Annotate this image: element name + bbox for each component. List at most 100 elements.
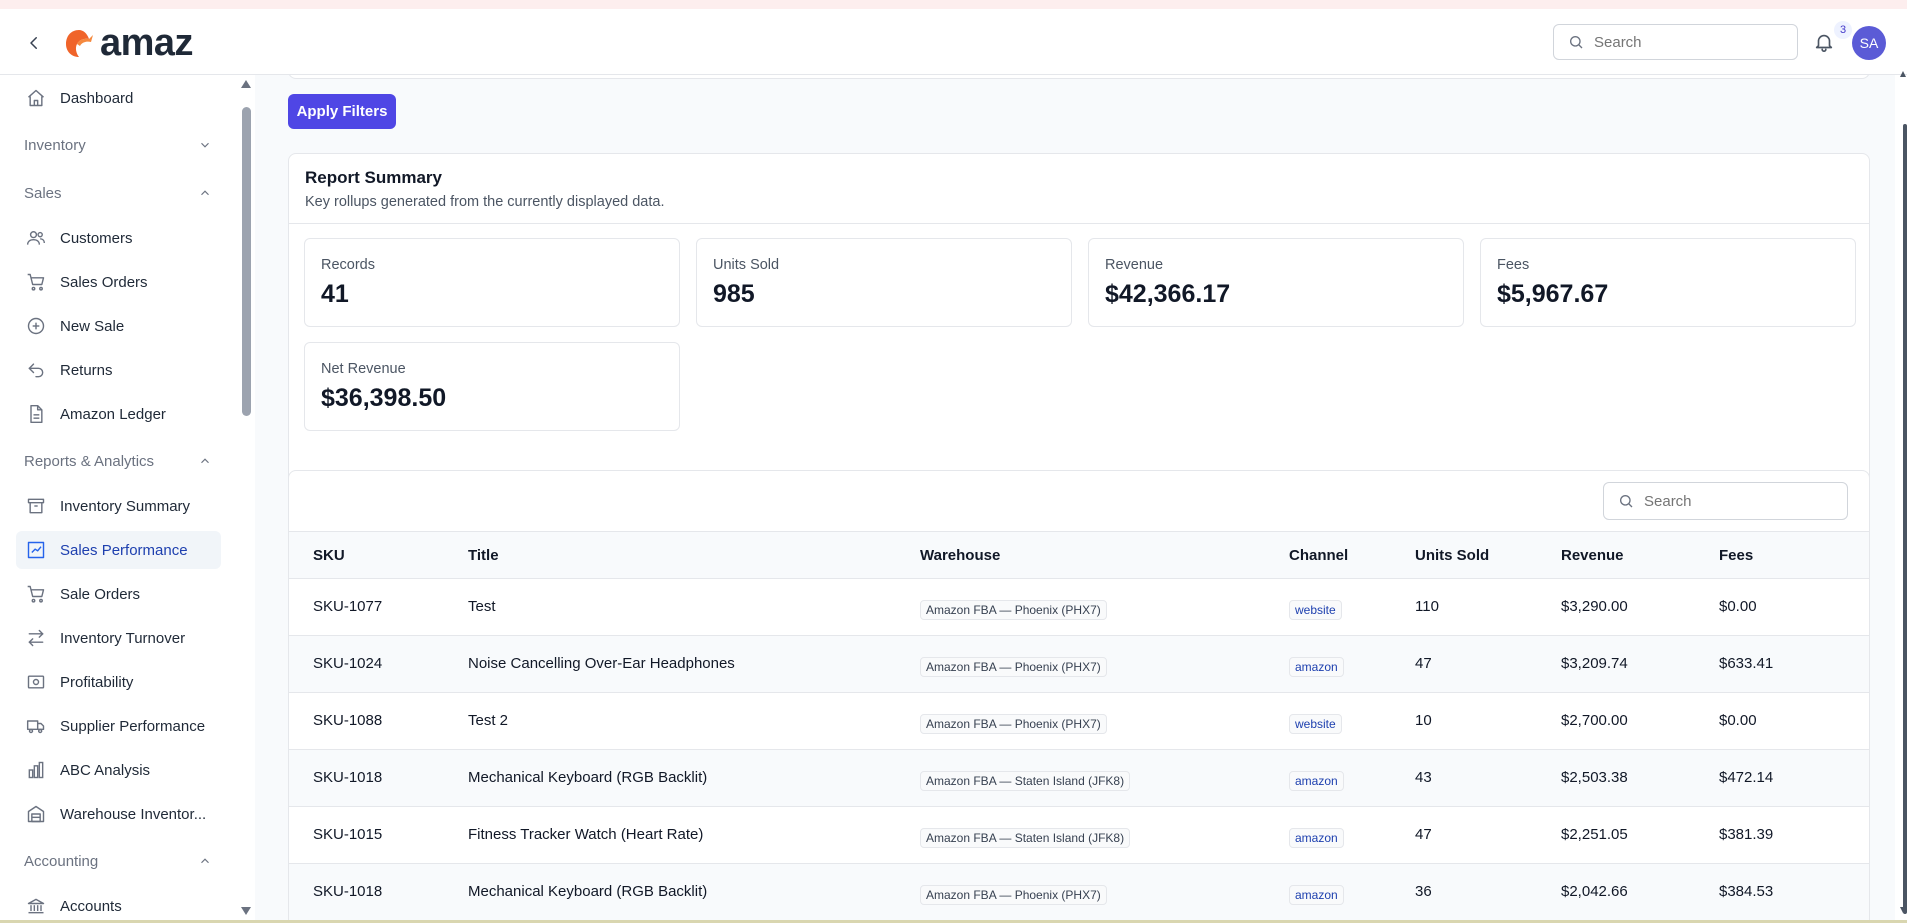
cell-sku: SKU-1018 bbox=[313, 769, 383, 786]
cell-revenue: $3,209.74 bbox=[1561, 655, 1628, 672]
cell-sku: SKU-1015 bbox=[313, 826, 383, 843]
table-row[interactable]: SKU-1088 Test 2 Amazon FBA — Phoenix (PH… bbox=[289, 693, 1869, 750]
notification-count-badge: 3 bbox=[1834, 21, 1852, 39]
column-header-revenue[interactable]: Revenue bbox=[1561, 547, 1624, 564]
page-scroll-up-arrow[interactable] bbox=[1899, 70, 1907, 78]
app-logo[interactable]: amaz bbox=[62, 21, 194, 64]
section-sales[interactable]: Sales bbox=[24, 181, 212, 205]
chevron-up-icon bbox=[201, 858, 209, 864]
channel-tag: website bbox=[1289, 600, 1342, 620]
table-search[interactable] bbox=[1603, 482, 1848, 520]
app-header: amaz 3 SA bbox=[0, 9, 1907, 75]
table-row[interactable]: SKU-1018 Mechanical Keyboard (RGB Backli… bbox=[289, 864, 1869, 921]
sidebar-item-accounts[interactable]: Accounts bbox=[16, 887, 221, 923]
search-icon bbox=[1570, 36, 1583, 49]
column-header-units-sold[interactable]: Units Sold bbox=[1415, 547, 1489, 564]
sidebar-item-label: Inventory Summary bbox=[60, 497, 191, 515]
swap-arrows-icon bbox=[25, 627, 47, 649]
sidebar-item-sale-orders[interactable]: Sale Orders bbox=[16, 575, 221, 613]
sidebar-item-profitability[interactable]: Profitability bbox=[16, 663, 221, 701]
chevron-left-icon bbox=[30, 37, 37, 49]
sidebar-item-label: Returns bbox=[60, 361, 113, 379]
channel-tag: amazon bbox=[1289, 771, 1344, 791]
report-summary-title: Report Summary bbox=[305, 168, 442, 187]
channel-tag: amazon bbox=[1289, 828, 1344, 848]
column-header-fees[interactable]: Fees bbox=[1719, 547, 1753, 564]
column-header-warehouse[interactable]: Warehouse bbox=[920, 547, 1000, 564]
cell-units-sold: 47 bbox=[1415, 655, 1432, 672]
chevron-up-icon bbox=[201, 458, 209, 464]
divider bbox=[289, 223, 1869, 224]
column-header-channel[interactable]: Channel bbox=[1289, 547, 1348, 564]
cell-revenue: $2,251.05 bbox=[1561, 826, 1628, 843]
notifications-button[interactable] bbox=[1813, 31, 1837, 55]
table-row[interactable]: SKU-1018 Mechanical Keyboard (RGB Backli… bbox=[289, 750, 1869, 807]
table-row[interactable]: SKU-1077 Test Amazon FBA — Phoenix (PHX7… bbox=[289, 579, 1869, 636]
report-summary-card: Report Summary Key rollups generated fro… bbox=[288, 153, 1870, 524]
logo-text: amaz bbox=[100, 21, 194, 64]
table-row[interactable]: SKU-1015 Fitness Tracker Watch (Heart Ra… bbox=[289, 807, 1869, 864]
sidebar-item-label: ABC Analysis bbox=[60, 761, 151, 779]
sidebar-item-abc-analysis[interactable]: ABC Analysis bbox=[16, 751, 221, 789]
report-summary-subtitle: Key rollups generated from the currently… bbox=[305, 194, 665, 210]
sidebar-item-inventory-turnover[interactable]: Inventory Turnover bbox=[16, 619, 221, 657]
sidebar-scroll-up-arrow[interactable] bbox=[240, 79, 252, 89]
user-avatar[interactable]: SA bbox=[1852, 26, 1886, 60]
sidebar-item-label: Accounts bbox=[60, 897, 122, 915]
page-scroll-down-arrow[interactable] bbox=[1899, 906, 1907, 914]
sidebar-item-dashboard[interactable]: Dashboard bbox=[16, 79, 221, 117]
cell-units-sold: 36 bbox=[1415, 883, 1432, 900]
table-header: SKU Title Warehouse Channel Units Sold R… bbox=[289, 531, 1869, 579]
sidebar-scrollbar-thumb[interactable] bbox=[242, 107, 251, 416]
sidebar-item-amazon-ledger[interactable]: Amazon Ledger bbox=[16, 395, 221, 433]
logo-mark-icon bbox=[66, 30, 93, 57]
top-accent-strip bbox=[0, 0, 1907, 9]
sidebar-item-label: Supplier Performance bbox=[60, 717, 206, 735]
cell-title: Test 2 bbox=[468, 712, 509, 729]
apply-filters-button[interactable]: Apply Filters bbox=[288, 94, 396, 129]
sidebar-scroll-down-arrow[interactable] bbox=[240, 906, 252, 916]
sidebar-item-new-sale[interactable]: New Sale bbox=[16, 307, 221, 345]
sidebar-item-sales-orders[interactable]: Sales Orders bbox=[16, 263, 221, 301]
column-header-sku[interactable]: SKU bbox=[313, 547, 345, 564]
cell-title: Mechanical Keyboard (RGB Backlit) bbox=[468, 883, 708, 900]
table-row[interactable]: SKU-1024 Noise Cancelling Over-Ear Headp… bbox=[289, 636, 1869, 693]
column-header-title[interactable]: Title bbox=[468, 547, 499, 564]
header-search-input[interactable] bbox=[1594, 33, 1744, 51]
section-accounting[interactable]: Accounting bbox=[24, 849, 212, 873]
sidebar-item-inventory-summary[interactable]: Inventory Summary bbox=[16, 487, 221, 525]
metric-units-sold: Units Sold 985 bbox=[696, 238, 1072, 327]
banknote-icon bbox=[25, 671, 47, 693]
document-icon bbox=[25, 403, 47, 425]
warehouse-tag: Amazon FBA — Phoenix (PHX7) bbox=[920, 714, 1107, 734]
sidebar-item-label: Warehouse Inventor... bbox=[60, 805, 207, 823]
section-label: Sales bbox=[24, 184, 62, 202]
sidebar-item-customers[interactable]: Customers bbox=[16, 219, 221, 257]
sidebar-item-label: Customers bbox=[60, 229, 133, 247]
header-search[interactable] bbox=[1553, 24, 1798, 60]
cell-sku: SKU-1024 bbox=[313, 655, 383, 672]
metric-records: Records 41 bbox=[304, 238, 680, 327]
cell-fees: $0.00 bbox=[1719, 598, 1757, 615]
archive-icon bbox=[25, 495, 47, 517]
warehouse-tag: Amazon FBA — Phoenix (PHX7) bbox=[920, 885, 1107, 905]
section-inventory[interactable]: Inventory bbox=[24, 133, 212, 157]
sidebar-item-label: Sales Orders bbox=[60, 273, 148, 291]
back-button[interactable] bbox=[22, 31, 46, 55]
sidebar-item-label: Amazon Ledger bbox=[60, 405, 166, 423]
warehouse-icon bbox=[25, 803, 47, 825]
section-reports-analytics[interactable]: Reports & Analytics bbox=[24, 449, 212, 473]
users-icon bbox=[25, 227, 47, 249]
sidebar-item-sales-performance[interactable]: Sales Performance bbox=[16, 531, 221, 569]
sidebar-item-warehouse-inventory[interactable]: Warehouse Inventor... bbox=[16, 795, 221, 833]
metric-value: $5,967.67 bbox=[1497, 280, 1609, 308]
chevron-down-icon bbox=[201, 142, 209, 148]
page-scrollbar-thumb[interactable] bbox=[1903, 124, 1907, 914]
sidebar-item-returns[interactable]: Returns bbox=[16, 351, 221, 389]
cell-title: Test bbox=[468, 598, 496, 615]
table-search-input[interactable] bbox=[1644, 492, 1794, 510]
sidebar-item-supplier-performance[interactable]: Supplier Performance bbox=[16, 707, 221, 745]
metric-fees: Fees $5,967.67 bbox=[1480, 238, 1856, 327]
cell-fees: $472.14 bbox=[1719, 769, 1774, 786]
metric-revenue: Revenue $42,366.17 bbox=[1088, 238, 1464, 327]
